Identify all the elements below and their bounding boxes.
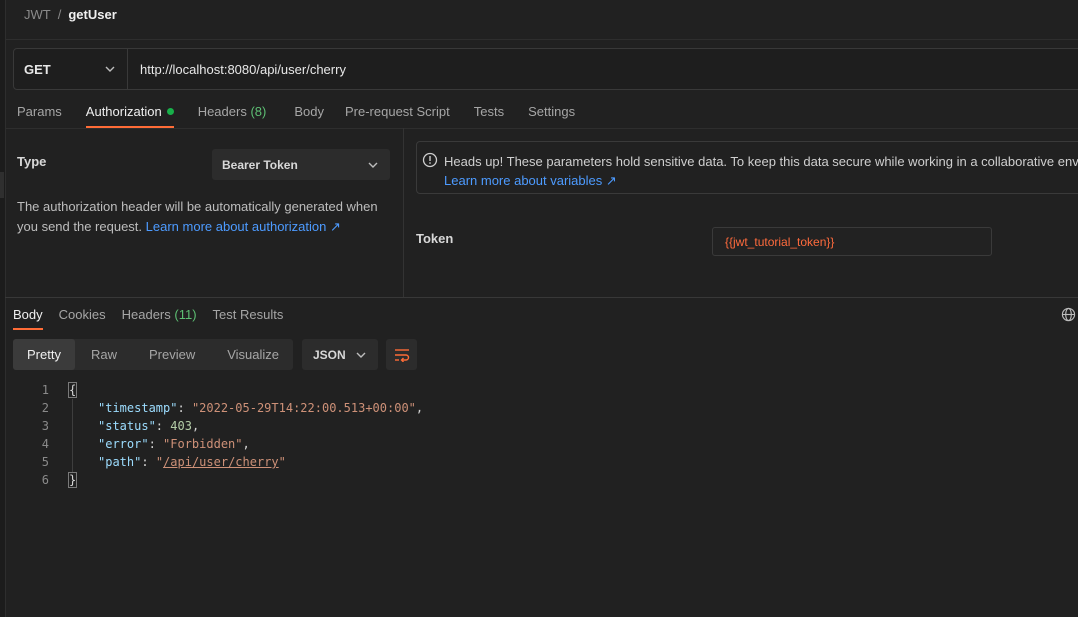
language-value: JSON	[313, 347, 346, 362]
format-pretty[interactable]: Pretty	[13, 339, 75, 370]
response-headers-count: (11)	[174, 307, 197, 322]
tab-response-body[interactable]: Body	[13, 307, 43, 330]
tab-authorization[interactable]: Authorization	[85, 104, 174, 128]
tabs-divider	[5, 128, 1078, 129]
auth-type-label: Type	[17, 154, 47, 169]
learn-more-authorization-link[interactable]: Learn more about authorization ↗	[146, 219, 341, 234]
chevron-down-icon	[105, 66, 115, 72]
url-text: http://localhost:8080/api/user/cherry	[140, 61, 346, 77]
tab-headers[interactable]: Headers (8)	[198, 104, 267, 119]
tab-body[interactable]: Body	[294, 104, 324, 119]
tab-test-results[interactable]: Test Results	[213, 307, 284, 322]
info-icon	[422, 152, 438, 168]
tab-settings[interactable]: Settings	[528, 104, 575, 119]
sensitive-data-alert: Heads up! These parameters hold sensitiv…	[416, 141, 1078, 194]
indent-guide	[72, 399, 73, 473]
tab-pre-request-script[interactable]: Pre-request Script	[345, 104, 450, 119]
format-raw[interactable]: Raw	[75, 339, 133, 370]
headers-count: (8)	[250, 104, 267, 119]
wrap-lines-icon	[394, 348, 409, 362]
format-preview[interactable]: Preview	[133, 339, 211, 370]
path-link[interactable]: /api/user/cherry	[163, 455, 279, 469]
header-divider	[5, 39, 1078, 40]
url-bar: GET http://localhost:8080/api/user/cherr…	[13, 48, 1078, 90]
breadcrumb-collection[interactable]: JWT	[24, 7, 51, 22]
tab-cookies[interactable]: Cookies	[59, 307, 106, 322]
alert-message: Heads up! These parameters hold sensitiv…	[444, 154, 1078, 169]
close-brace: }	[67, 472, 78, 488]
format-visualize[interactable]: Visualize	[211, 339, 295, 370]
wrap-lines-button[interactable]	[386, 339, 417, 370]
active-indicator-dot	[166, 108, 174, 115]
auth-panel-divider	[403, 128, 404, 298]
line-number: 5	[41, 455, 49, 469]
url-input[interactable]: http://localhost:8080/api/user/cherry	[128, 49, 346, 89]
response-tabs: Body Cookies Headers (11) Test Results	[13, 307, 284, 330]
breadcrumb: JWT / getUser	[24, 7, 117, 22]
token-input[interactable]: {{jwt_tutorial_token}}	[712, 227, 992, 256]
left-sidebar-edge	[0, 0, 6, 617]
line-number: 6	[41, 473, 49, 487]
token-label: Token	[416, 231, 454, 246]
method-label: GET	[24, 61, 51, 77]
token-value: {{jwt_tutorial_token}}	[725, 234, 835, 249]
line-number: 4	[41, 437, 49, 451]
line-number: 3	[41, 419, 49, 433]
request-response-divider[interactable]	[5, 297, 1078, 298]
tab-response-headers[interactable]: Headers (11)	[122, 307, 197, 322]
line-number: 2	[41, 401, 49, 415]
learn-more-variables-link[interactable]: Learn more about variables ↗	[444, 171, 1078, 190]
tab-tests[interactable]: Tests	[474, 104, 504, 119]
language-select[interactable]: JSON	[302, 339, 378, 370]
response-format-toggle: Pretty Raw Preview Visualize	[13, 339, 293, 370]
line-number: 1	[41, 383, 49, 397]
request-tabs: Params Authorization Headers (8) Body Pr…	[17, 104, 575, 128]
breadcrumb-separator: /	[57, 7, 62, 22]
globe-icon[interactable]	[1061, 307, 1076, 322]
open-brace: {	[67, 382, 78, 398]
chevron-down-icon	[356, 352, 366, 358]
method-select[interactable]: GET	[14, 49, 128, 89]
auth-type-value: Bearer Token	[222, 157, 298, 172]
chevron-down-icon	[368, 162, 378, 168]
breadcrumb-request-name[interactable]: getUser	[68, 7, 116, 22]
auth-description: The authorization header will be automat…	[17, 199, 378, 234]
tab-params[interactable]: Params	[17, 104, 62, 119]
auth-type-select[interactable]: Bearer Token	[212, 149, 390, 180]
